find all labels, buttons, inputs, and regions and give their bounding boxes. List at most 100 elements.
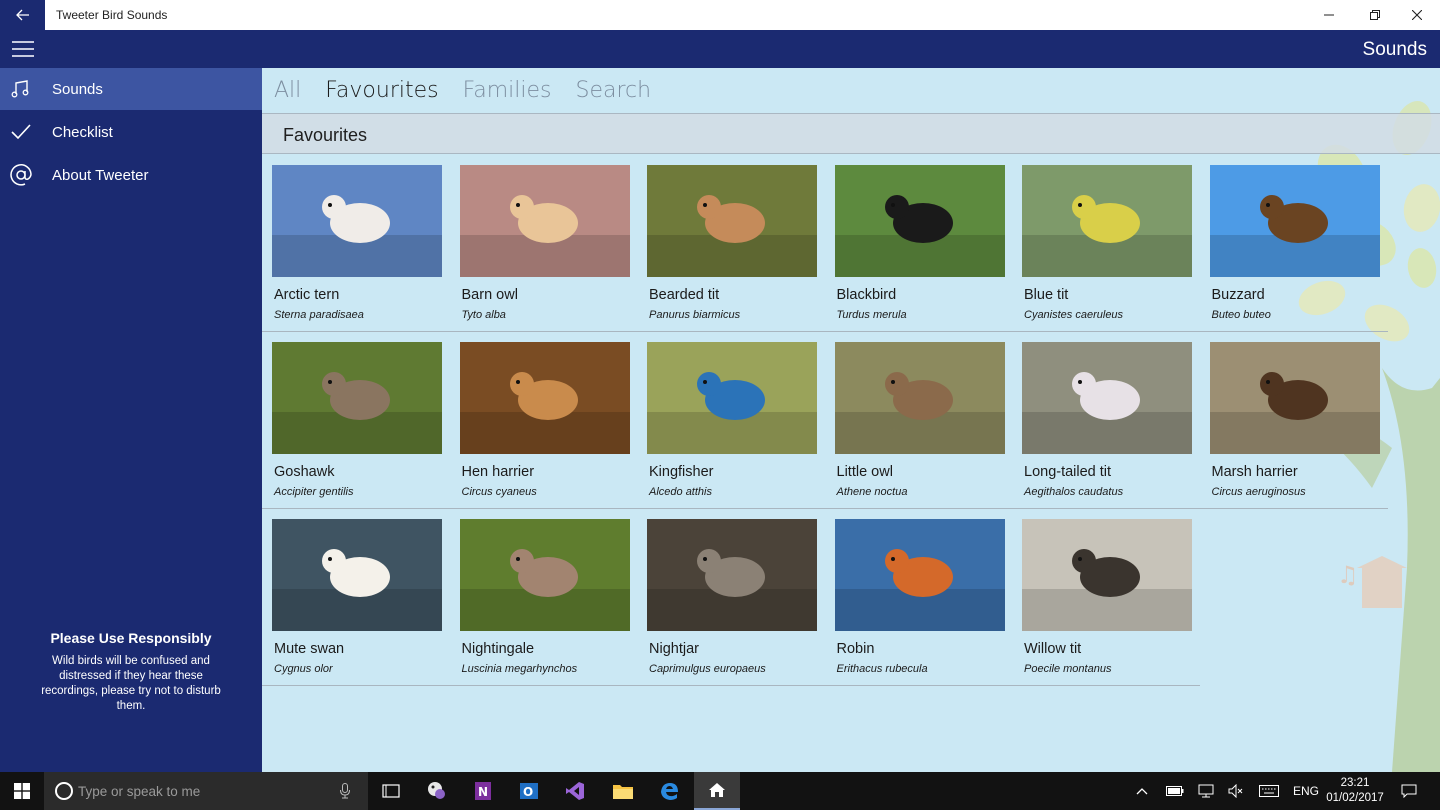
sidebar-item-checklist[interactable]: Checklist (0, 111, 262, 153)
bird-card[interactable]: Blackbird Turdus merula (834, 165, 1005, 330)
bird-latin-name: Cyanistes caeruleus (1024, 309, 1124, 321)
tab-all[interactable]: All (274, 78, 301, 103)
minimize-button[interactable] (1306, 0, 1352, 30)
taskbar-clock[interactable]: 23:21 01/02/2017 (1322, 776, 1388, 806)
bird-photo (1209, 165, 1380, 277)
bird-card[interactable]: Long-tailed tit Aegithalos caudatus (1022, 342, 1192, 507)
taskbar-search-box[interactable]: Type or speak to me (44, 772, 368, 810)
minimize-icon (1324, 14, 1334, 16)
bird-latin-name: Circus aeruginosus (1211, 486, 1306, 498)
bird-card[interactable]: Nightjar Caprimulgus europaeus (647, 519, 817, 684)
bird-latin-name: Tyto alba (461, 309, 506, 321)
close-icon (1412, 10, 1422, 20)
tweeter-app-icon[interactable] (694, 772, 740, 810)
sidebar-item-label: About Tweeter (52, 166, 149, 184)
section-title: Favourites (283, 125, 368, 145)
visual-studio-icon[interactable] (552, 772, 598, 810)
task-view-icon[interactable] (368, 772, 414, 810)
bird-photo (647, 519, 817, 631)
row-divider (262, 685, 1200, 686)
bird-common-name: Goshawk (274, 464, 335, 480)
bird-common-name: Arctic tern (274, 287, 340, 303)
bird-card[interactable]: Little owl Athene noctua (834, 342, 1005, 507)
svg-text:N: N (478, 785, 488, 799)
bird-card[interactable]: Bearded tit Panurus biarmicus (647, 165, 817, 330)
app-bird-icon[interactable] (414, 772, 460, 810)
back-button[interactable] (0, 0, 45, 30)
bird-photo (1022, 342, 1192, 454)
bird-card[interactable]: Robin Erithacus rubecula (834, 519, 1005, 684)
hamburger-menu-icon[interactable] (12, 41, 34, 57)
edge-browser-icon[interactable] (646, 772, 692, 810)
sidebar-item-sounds[interactable]: Sounds (0, 68, 262, 110)
tab-favourites[interactable]: Favourites (325, 78, 438, 103)
page-title: Sounds (1362, 39, 1427, 60)
bird-card[interactable]: Barn owl Tyto alba (459, 165, 630, 330)
main-content: ♫ All Favourites Families Search Favouri… (262, 68, 1440, 772)
sidebar: Sounds Checklist About Tweeter Please Us… (0, 68, 262, 772)
bird-card[interactable]: Arctic tern Sterna paradisaea (272, 165, 442, 330)
bird-photo (459, 165, 630, 277)
bird-common-name: Mute swan (274, 641, 345, 657)
clock-time: 23:21 (1340, 777, 1370, 789)
section-header: Favourites (262, 113, 1440, 154)
microphone-icon[interactable] (340, 783, 350, 799)
language-indicator[interactable]: ENG (1293, 784, 1319, 798)
bird-card[interactable]: Goshawk Accipiter gentilis (272, 342, 442, 507)
bird-common-name: Hen harrier (461, 464, 535, 480)
bird-latin-name: Alcedo atthis (649, 486, 712, 498)
chevron-up-icon[interactable] (1122, 772, 1162, 810)
bird-latin-name: Accipiter gentilis (274, 486, 354, 498)
sidebar-item-about[interactable]: About Tweeter (0, 154, 262, 196)
svg-text:O: O (523, 785, 533, 799)
action-center-icon[interactable] (1392, 772, 1426, 810)
bird-latin-name: Luscinia megarhynchos (461, 663, 578, 675)
bird-card[interactable]: Marsh harrier Circus aeruginosus (1209, 342, 1380, 507)
bird-photo (272, 342, 442, 454)
start-button[interactable] (0, 772, 44, 810)
responsibility-notice: Please Use Responsibly Wild birds will b… (30, 630, 232, 714)
bird-card[interactable]: Willow tit Poecile montanus (1022, 519, 1192, 684)
file-explorer-icon[interactable] (600, 772, 646, 810)
bird-photo (834, 342, 1005, 454)
bird-card[interactable]: Blue tit Cyanistes caeruleus (1022, 165, 1192, 330)
battery-icon[interactable] (1158, 772, 1192, 810)
sidebar-item-label: Checklist (52, 123, 113, 141)
bird-photo (459, 342, 630, 454)
restore-button[interactable] (1352, 0, 1398, 30)
windows-logo-icon (14, 783, 30, 799)
bird-photo (1022, 519, 1192, 631)
bird-common-name: Marsh harrier (1211, 464, 1298, 480)
taskbar: Type or speak to me N O ENG 23:21 01/02/… (0, 772, 1440, 810)
tab-bar: All Favourites Families Search (274, 78, 651, 103)
close-button[interactable] (1394, 0, 1440, 30)
bird-common-name: Long-tailed tit (1024, 464, 1112, 480)
window-title: Tweeter Bird Sounds (56, 8, 168, 22)
bird-latin-name: Cygnus olor (274, 663, 333, 675)
bird-common-name: Blackbird (836, 287, 897, 303)
bird-common-name: Buzzard (1211, 287, 1265, 303)
bird-card[interactable]: Mute swan Cygnus olor (272, 519, 442, 684)
bird-card[interactable]: Hen harrier Circus cyaneus (459, 342, 630, 507)
bird-common-name: Bearded tit (649, 287, 720, 303)
volume-muted-icon[interactable] (1220, 772, 1252, 810)
tab-search[interactable]: Search (576, 78, 652, 103)
keyboard-icon[interactable] (1252, 772, 1286, 810)
outlook-icon[interactable]: O (506, 772, 552, 810)
bird-card[interactable]: Kingfisher Alcedo atthis (647, 342, 817, 507)
bird-latin-name: Turdus merula (836, 309, 907, 321)
bird-photo (647, 165, 817, 277)
bird-photo (1209, 342, 1380, 454)
bird-photo (647, 342, 817, 454)
bird-latin-name: Buteo buteo (1211, 309, 1271, 321)
network-icon[interactable] (1190, 772, 1222, 810)
bird-photo (272, 519, 442, 631)
clock-date: 01/02/2017 (1326, 792, 1384, 804)
bird-photo (1022, 165, 1192, 277)
onenote-icon[interactable]: N (460, 772, 506, 810)
bird-common-name: Blue tit (1024, 287, 1069, 303)
notice-body: Wild birds will be confused and distress… (41, 655, 221, 712)
bird-card[interactable]: Nightingale Luscinia megarhynchos (459, 519, 630, 684)
tab-families[interactable]: Families (463, 78, 552, 103)
bird-card[interactable]: Buzzard Buteo buteo (1209, 165, 1380, 330)
